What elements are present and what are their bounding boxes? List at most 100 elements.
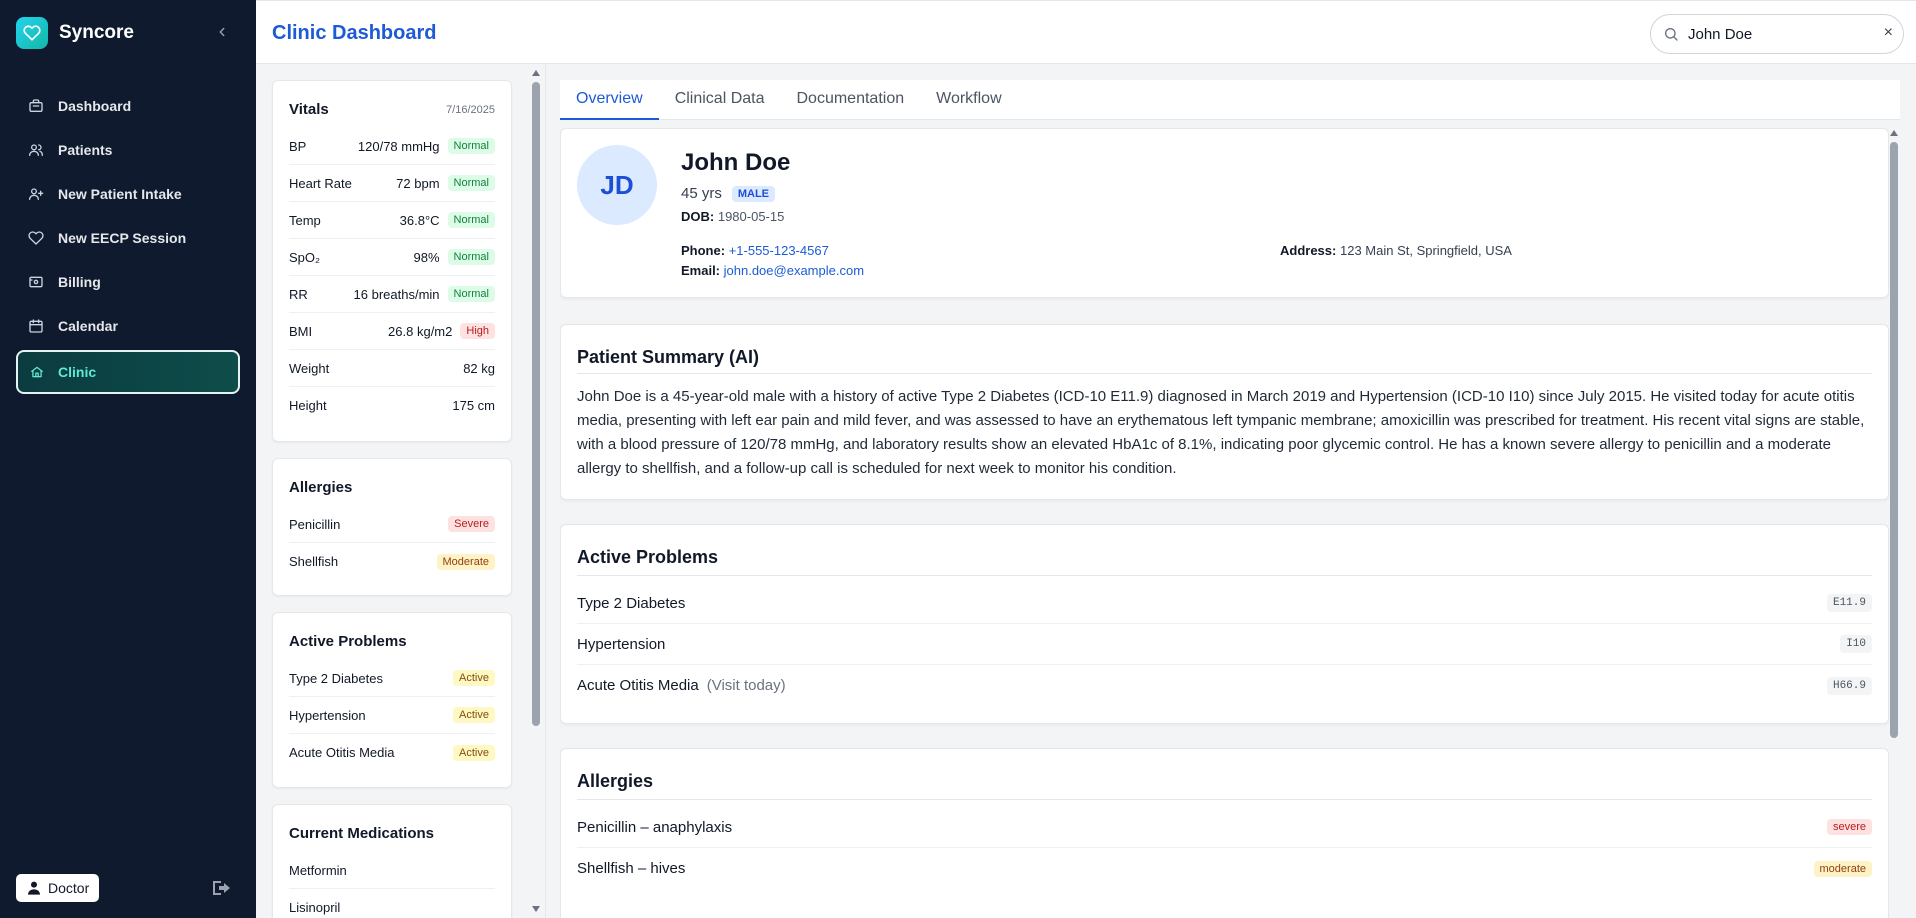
summary-title: Patient Summary (AI) xyxy=(577,347,760,367)
divider xyxy=(577,799,1872,800)
address-label: Address: xyxy=(1280,243,1337,258)
avatar: JD xyxy=(577,145,657,225)
vital-value: 26.8 kg/m2 xyxy=(388,323,453,339)
scroll-thumb[interactable] xyxy=(1890,142,1898,738)
patient-header-card: JD John Doe 45 yrs MALE DOB: 1980-05-15 … xyxy=(560,128,1889,298)
sidebar-item-new-patient-intake[interactable]: New Patient Intake xyxy=(16,172,240,216)
active-problems-title: Active Problems xyxy=(289,633,407,650)
sidebar-item-billing[interactable]: Billing xyxy=(16,260,240,304)
sidebar-item-clinic[interactable]: Clinic xyxy=(16,350,240,394)
tab-documentation[interactable]: Documentation xyxy=(781,80,921,120)
medication-row: Lisinopril xyxy=(289,889,495,918)
vital-label: SpO₂ xyxy=(289,249,321,265)
scroll-thumb[interactable] xyxy=(532,82,540,726)
left-panel-scrollbar[interactable] xyxy=(531,68,541,914)
vital-row-weight: Weight 82 kg xyxy=(289,350,495,387)
sidebar-item-label: Dashboard xyxy=(58,98,132,114)
search-input[interactable] xyxy=(1688,25,1868,43)
problems-title: Active Problems xyxy=(577,547,719,567)
phone-link[interactable]: +1-555-123-4567 xyxy=(729,243,829,258)
tab-overview[interactable]: Overview xyxy=(560,80,659,120)
medications-title: Current Medications xyxy=(289,825,435,842)
icd-code-badge: I10 xyxy=(1840,635,1872,653)
sidebar-item-label: Patients xyxy=(58,142,113,158)
top-bar: Clinic Dashboard × xyxy=(256,0,1916,64)
sidebar-item-label: Calendar xyxy=(58,318,118,334)
users-icon xyxy=(29,144,43,156)
active-problems-card: Active Problems Type 2 Diabetes Active H… xyxy=(272,612,512,788)
patient-phone: Phone: +1-555-123-4567 xyxy=(681,243,829,258)
patient-summary-card: Patient Summary (AI) John Doe is a 45-ye… xyxy=(560,324,1889,500)
allergy-label: Shellfish xyxy=(289,554,339,569)
vitals-header: Vitals 7/16/2025 xyxy=(273,81,511,128)
vital-value: 16 breaths/min xyxy=(353,286,440,302)
active-problems-header: Active Problems xyxy=(273,613,511,660)
allergy-label: Penicillin – anaphylaxis xyxy=(577,818,733,836)
severity-badge: Moderate xyxy=(436,553,495,570)
allergies-header: Allergies xyxy=(273,459,511,506)
patient-age-row: 45 yrs MALE xyxy=(681,185,776,202)
email-label: Email: xyxy=(681,263,721,278)
problem-row: Acute Otitis Media Active xyxy=(289,734,495,771)
vital-value: 120/78 mmHg xyxy=(357,138,440,154)
vital-row-height: Height 175 cm xyxy=(289,387,495,424)
patient-address: Address: 123 Main St, Springfield, USA xyxy=(1280,243,1512,258)
clear-search-button[interactable]: × xyxy=(1884,24,1893,42)
patient-dob: DOB: 1980-05-15 xyxy=(681,209,784,224)
logout-icon xyxy=(213,881,230,895)
main-panel-scrollbar[interactable] xyxy=(1889,128,1899,918)
brand: Syncore xyxy=(0,0,256,66)
vital-label: Weight xyxy=(289,360,330,376)
icd-code-badge: E11.9 xyxy=(1826,594,1872,612)
role-label: Doctor xyxy=(48,880,90,896)
app-name: Syncore xyxy=(59,22,134,43)
patient-name: John Doe xyxy=(681,149,791,176)
problem-row: Hypertension Active xyxy=(289,697,495,734)
sidebar-item-calendar[interactable]: Calendar xyxy=(16,304,240,348)
sidebar-footer: Doctor xyxy=(16,873,240,903)
patient-side-panel: Vitals 7/16/2025 BP 120/78 mmHg Normal H… xyxy=(256,64,546,918)
tab-clinical-data[interactable]: Clinical Data xyxy=(659,80,781,120)
chevron-left-icon xyxy=(219,27,225,37)
problem-row: Hypertension I10 xyxy=(577,624,1872,665)
summary-text: John Doe is a 45-year-old male with a hi… xyxy=(577,388,1865,477)
sidebar-nav: Dashboard Patients New Patient Intake Ne… xyxy=(0,66,256,394)
medication-row: Metformin xyxy=(289,852,495,889)
status-badge: Normal xyxy=(447,286,495,302)
vital-label: RR xyxy=(289,286,308,302)
vital-label: Heart Rate xyxy=(289,175,352,191)
logout-button[interactable] xyxy=(210,876,234,900)
allergy-row: Shellfish – hives moderate xyxy=(577,848,1872,889)
sidebar-item-dashboard[interactable]: Dashboard xyxy=(16,84,240,128)
receipt-icon xyxy=(29,276,43,288)
problem-row: Type 2 Diabetes Active xyxy=(289,660,495,697)
vital-value: 82 kg xyxy=(463,360,495,376)
vital-row-heart-rate: Heart Rate 72 bpm Normal xyxy=(289,165,495,202)
medication-label: Lisinopril xyxy=(289,900,341,915)
patient-main-panel: Overview Clinical Data Documentation Wor… xyxy=(547,64,1916,918)
vital-row-bmi: BMI 26.8 kg/m2 High xyxy=(289,313,495,350)
vital-row-bp: BP 120/78 mmHg Normal xyxy=(289,128,495,165)
scroll-down-arrow-icon[interactable] xyxy=(532,906,540,912)
vitals-card: Vitals 7/16/2025 BP 120/78 mmHg Normal H… xyxy=(272,80,512,442)
icd-code-badge: H66.9 xyxy=(1826,676,1872,695)
role-badge[interactable]: Doctor xyxy=(16,874,100,902)
vitals-date: 7/16/2025 xyxy=(446,103,495,116)
collapse-sidebar-button[interactable] xyxy=(212,22,232,42)
vital-value: 36.8°C xyxy=(399,212,440,228)
allergy-row: Shellfish Moderate xyxy=(289,543,495,580)
severity-badge: severe xyxy=(1826,819,1872,835)
patient-search[interactable]: × xyxy=(1650,14,1904,54)
scroll-up-arrow-icon[interactable] xyxy=(532,70,540,76)
scroll-up-arrow-icon[interactable] xyxy=(1890,130,1898,136)
sidebar: Syncore Dashboard Patients New Patient I… xyxy=(0,0,256,918)
vital-value: 72 bpm xyxy=(396,175,440,191)
patient-age: 45 yrs xyxy=(681,185,722,202)
sidebar-item-patients[interactable]: Patients xyxy=(16,128,240,172)
tab-workflow[interactable]: Workflow xyxy=(920,80,1018,120)
status-badge: Active xyxy=(453,670,495,686)
sidebar-item-new-eecp-session[interactable]: New EECP Session xyxy=(16,216,240,260)
vital-label: Height xyxy=(289,398,327,413)
email-link[interactable]: john.doe@example.com xyxy=(724,263,864,278)
sidebar-item-label: Billing xyxy=(58,274,101,290)
